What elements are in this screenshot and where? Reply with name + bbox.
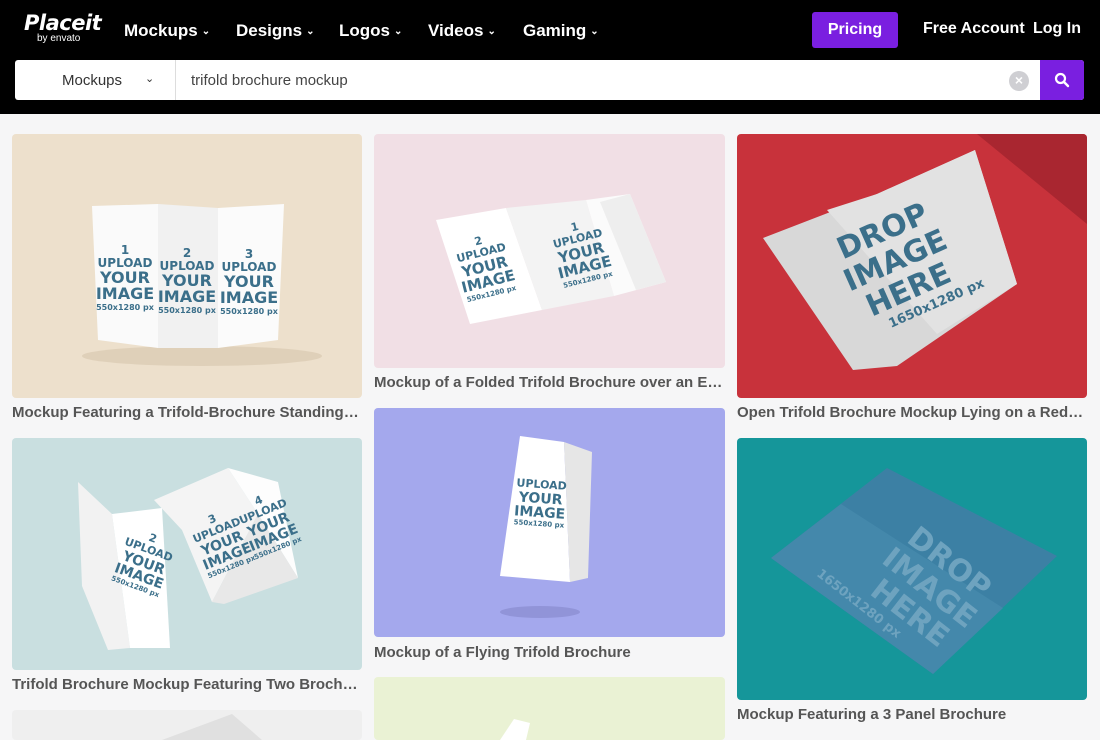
result-thumbnail[interactable]: 2 UPLOAD YOUR IMAGE 550x1280 px 1 UPLOAD… [374, 134, 725, 368]
search-bar: Mockups ⌄ × [15, 60, 1084, 100]
mockup-image: 2 UPLOAD YOUR IMAGE 550x1280 px 1 UPLOAD… [374, 134, 725, 368]
nav-mockups-label: Mockups [124, 21, 198, 40]
result-title[interactable]: Mockup of a Flying Trifold Brochure [374, 644, 725, 661]
result-title[interactable]: Mockup of a Folded Trifold Brochure over… [374, 374, 725, 391]
result-card[interactable]: DROP IMAGE HERE 1650x1280 px Open Trifol… [737, 134, 1087, 430]
logo-subtext: by envato [37, 33, 81, 44]
nav-mockups[interactable]: Mockups ⌄ [124, 20, 210, 42]
pricing-button[interactable]: Pricing [812, 12, 898, 48]
result-thumbnail[interactable]: DROP IMAGE HERE 1650x1280 px [737, 134, 1087, 398]
result-thumbnail[interactable]: 2 UPLOAD YOUR IMAGE 550x1280 px 3 UPLOAD… [12, 438, 362, 670]
chevron-down-icon: ⌄ [590, 26, 599, 37]
search-button[interactable] [1040, 60, 1084, 100]
result-title[interactable]: Mockup Featuring a 3 Panel Brochure [737, 706, 1087, 723]
panel-text: 550x1280 px [96, 303, 155, 312]
panel-text: IMAGE [96, 284, 154, 303]
free-account-link[interactable]: Free Account [923, 20, 1025, 38]
nav-gaming-label: Gaming [523, 21, 587, 40]
nav-videos-label: Videos [428, 21, 484, 40]
panel-number: 3 [245, 247, 253, 261]
nav-logos[interactable]: Logos ⌄ [339, 20, 402, 42]
category-select-value: Mockups [62, 72, 123, 89]
chevron-down-icon: ⌄ [201, 26, 211, 37]
mockup-image: UPLOAD YOUR IMAGE 550x1280 px [374, 408, 725, 637]
panel-number: 2 [183, 246, 191, 260]
result-card[interactable]: 2 UPLOAD YOUR IMAGE 550x1280 px 3 UPLOAD… [12, 438, 362, 698]
panel-text: IMAGE [220, 288, 278, 307]
result-title[interactable]: Trifold Brochure Mockup Featuring Two Br… [12, 676, 362, 693]
panel-text: 550x1280 px [220, 307, 279, 316]
login-link[interactable]: Log In [1033, 20, 1081, 38]
search-icon [1054, 72, 1070, 88]
result-title[interactable]: Open Trifold Brochure Mockup Lying on a … [737, 404, 1087, 421]
result-thumbnail[interactable]: UPLOAD YOUR IMAGE 550x1280 px [374, 408, 725, 637]
nav-designs[interactable]: Designs ⌄ [236, 20, 315, 42]
mockup-image: 1 UPLOAD YOUR IMAGE 550x1280 px 2 UPLOAD… [12, 134, 362, 398]
category-select[interactable]: Mockups ⌄ [15, 60, 176, 100]
panel-text: IMAGE [158, 287, 216, 306]
result-thumbnail[interactable] [374, 677, 725, 740]
chevron-down-icon: ⌄ [487, 26, 496, 37]
result-title[interactable]: Mockup Featuring a Trifold-Brochure Stan… [12, 404, 362, 421]
nav-videos[interactable]: Videos ⌄ [428, 20, 496, 42]
mockup-image: DROP IMAGE HERE 1650x1280 px [737, 438, 1087, 700]
panel-number: 1 [121, 243, 129, 257]
mockup-image: DROP IMAGE HERE 1650x1280 px [737, 134, 1087, 398]
mockup-image: 2 UPLOAD YOUR IMAGE 550x1280 px 3 UPLOAD… [12, 438, 362, 670]
mockup-image [12, 710, 362, 740]
result-thumbnail[interactable] [12, 710, 362, 740]
result-card[interactable]: 1 UPLOAD YOUR IMAGE 550x1280 px 2 UPLOAD… [12, 134, 362, 430]
result-card[interactable]: DROP IMAGE HERE 1650x1280 px Mockup Feat… [737, 438, 1087, 728]
search-input[interactable] [191, 69, 991, 91]
result-card[interactable] [12, 710, 362, 740]
result-thumbnail[interactable]: 1 UPLOAD YOUR IMAGE 550x1280 px 2 UPLOAD… [12, 134, 362, 398]
result-card[interactable]: 2 UPLOAD YOUR IMAGE 550x1280 px 1 UPLOAD… [374, 134, 725, 400]
chevron-down-icon: ⌄ [394, 26, 403, 37]
result-thumbnail[interactable]: DROP IMAGE HERE 1650x1280 px [737, 438, 1087, 700]
logo-text: Placeit [24, 11, 102, 35]
chevron-down-icon: ⌄ [306, 26, 315, 37]
nav-logos-label: Logos [339, 21, 390, 40]
clear-icon[interactable]: × [1009, 71, 1029, 91]
result-card[interactable] [374, 677, 725, 740]
nav-gaming[interactable]: Gaming ⌄ [523, 20, 599, 42]
top-navigation-bar: Placeit by envato Mockups ⌄ Designs ⌄ Logo… [0, 0, 1100, 114]
panel-text: 550x1280 px [158, 306, 217, 315]
mockup-image [374, 677, 725, 740]
placeit-logo[interactable]: Placeit by envato [24, 11, 102, 44]
chevron-down-icon: ⌄ [145, 73, 155, 85]
nav-designs-label: Designs [236, 21, 303, 40]
result-card[interactable]: UPLOAD YOUR IMAGE 550x1280 px Mockup of … [374, 408, 725, 664]
